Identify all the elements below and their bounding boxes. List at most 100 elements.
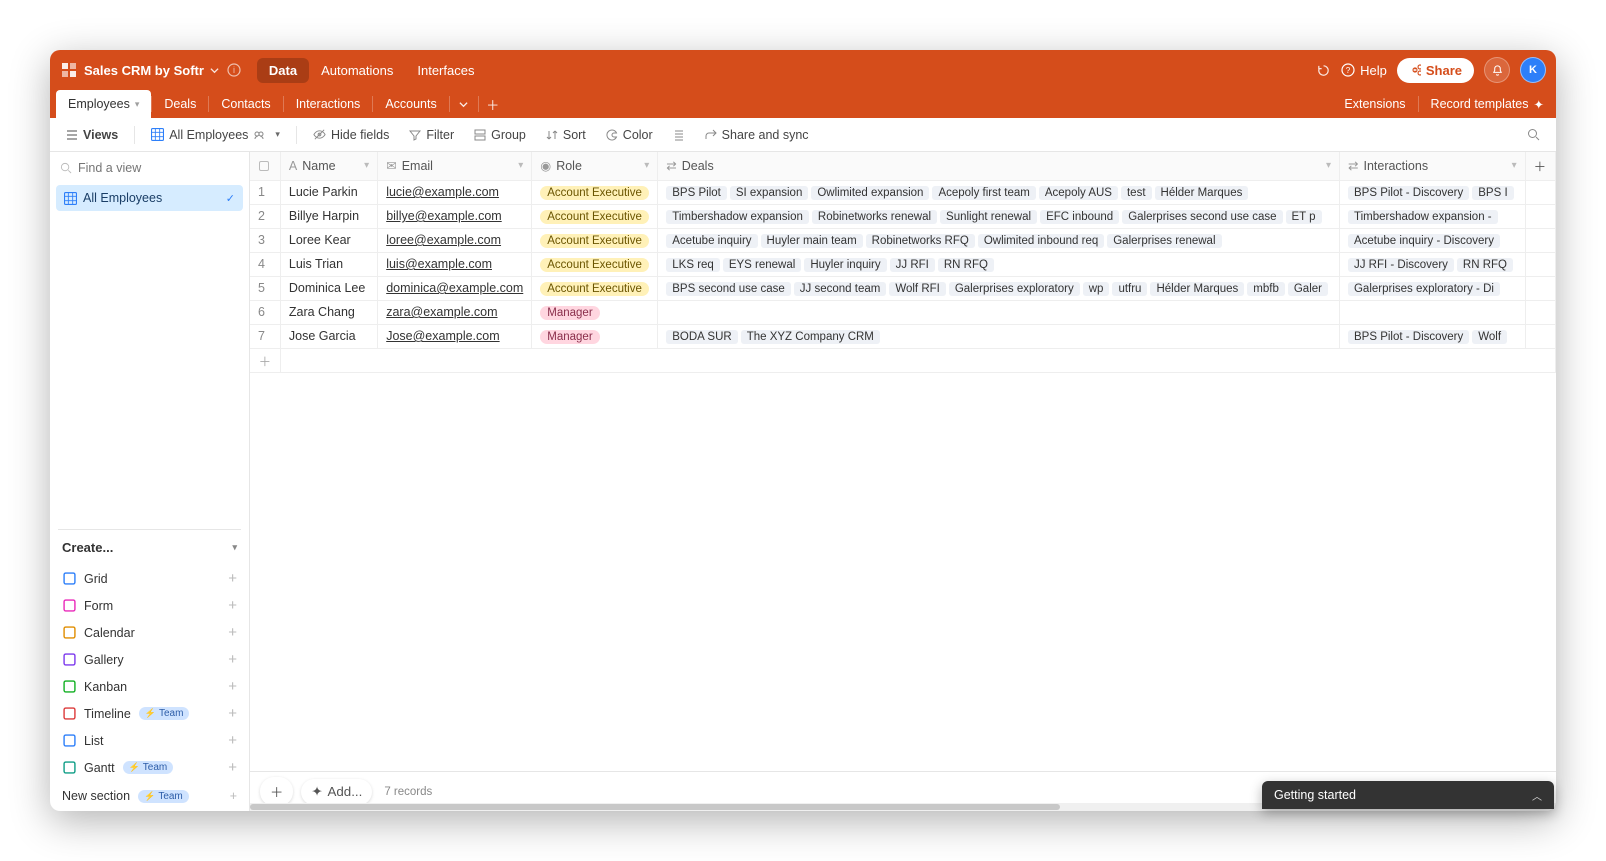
cell-role[interactable]: Manager	[532, 324, 658, 348]
linked-record-pill[interactable]: Galerprises renewal	[1107, 234, 1221, 248]
cell-name[interactable]: Luis Trian	[280, 252, 377, 276]
linked-record-pill[interactable]: ET p	[1286, 210, 1322, 224]
select-all-header[interactable]	[250, 152, 280, 180]
row-number[interactable]: 4	[250, 252, 280, 276]
linked-record-pill[interactable]: JJ RFI	[890, 258, 935, 272]
cell-interactions[interactable]: BPS Pilot - DiscoveryBPS I	[1339, 180, 1525, 204]
column-header-role[interactable]: ◉Role▾	[532, 152, 658, 180]
linked-record-pill[interactable]: LKS req	[666, 258, 720, 272]
linked-record-pill[interactable]: JJ RFI - Discovery	[1348, 258, 1454, 272]
info-icon[interactable]: i	[227, 63, 241, 77]
cell-interactions[interactable]: Timbershadow expansion -	[1339, 204, 1525, 228]
cell-role[interactable]: Account Executive	[532, 204, 658, 228]
create-gantt-view[interactable]: GanttTeam+	[50, 754, 249, 781]
create-list-view[interactable]: List+	[50, 727, 249, 754]
view-switcher[interactable]: All Employees ▾	[143, 124, 288, 146]
linked-record-pill[interactable]: mbfb	[1247, 282, 1285, 296]
cell-name[interactable]: Zara Chang	[280, 300, 377, 324]
add-field-button[interactable]: ＋	[1525, 152, 1555, 180]
cell-role[interactable]: Account Executive	[532, 252, 658, 276]
filter-button[interactable]: Filter	[401, 124, 462, 146]
row-number[interactable]: 6	[250, 300, 280, 324]
linked-record-pill[interactable]: Acepoly first team	[932, 186, 1035, 200]
linked-record-pill[interactable]: Hélder Marques	[1150, 282, 1244, 296]
add-record-button[interactable]: ＋	[250, 348, 280, 372]
linked-record-pill[interactable]: Owlimited expansion	[811, 186, 929, 200]
cell-email[interactable]: zara@example.com	[378, 300, 532, 324]
linked-record-pill[interactable]: JJ second team	[794, 282, 887, 296]
history-icon[interactable]	[1316, 63, 1331, 78]
add-record-footer-button[interactable]: ＋	[260, 777, 293, 806]
column-header-deals[interactable]: ⇄Deals▾	[658, 152, 1340, 180]
create-view-header[interactable]: Create... ▾	[50, 530, 249, 565]
create-gallery-view[interactable]: Gallery+	[50, 646, 249, 673]
chevron-down-icon[interactable]: ▾	[1326, 160, 1331, 171]
linked-record-pill[interactable]: test	[1121, 186, 1152, 200]
cell-name[interactable]: Dominica Lee	[280, 276, 377, 300]
table-row[interactable]: 1Lucie Parkinlucie@example.comAccount Ex…	[250, 180, 1556, 204]
row-number[interactable]: 7	[250, 324, 280, 348]
extensions-link[interactable]: Extensions	[1332, 90, 1417, 118]
table-row[interactable]: 4Luis Trianluis@example.comAccount Execu…	[250, 252, 1556, 276]
linked-record-pill[interactable]: Sunlight renewal	[940, 210, 1037, 224]
chevron-down-icon[interactable]	[210, 66, 219, 75]
cell-deals[interactable]: BODA SUR The XYZ Company CRM	[658, 324, 1340, 348]
avatar[interactable]: K	[1520, 57, 1546, 83]
column-header-name[interactable]: AName▾	[280, 152, 377, 180]
cell-interactions[interactable]: BPS Pilot - DiscoveryWolf	[1339, 324, 1525, 348]
linked-record-pill[interactable]: Hélder Marques	[1155, 186, 1249, 200]
create-kanban-view[interactable]: Kanban+	[50, 673, 249, 700]
chevron-down-icon[interactable]: ▾	[644, 160, 649, 171]
linked-record-pill[interactable]: Wolf	[1472, 330, 1507, 344]
linked-record-pill[interactable]: Galerprises second use case	[1122, 210, 1282, 224]
table-row[interactable]: 7Jose GarciaJose@example.comManagerBODA …	[250, 324, 1556, 348]
chevron-down-icon[interactable]: ▾	[364, 160, 369, 171]
linked-record-pill[interactable]: BODA SUR	[666, 330, 737, 344]
cell-interactions[interactable]: JJ RFI - DiscoveryRN RFQ	[1339, 252, 1525, 276]
view-all-employees[interactable]: All Employees ✓	[56, 185, 243, 211]
cell-deals[interactable]: BPS PilotSI expansionOwlimited expansion…	[658, 180, 1340, 204]
table-row[interactable]: 2Billye Harpinbillye@example.comAccount …	[250, 204, 1556, 228]
cell-email[interactable]: billye@example.com	[378, 204, 532, 228]
linked-record-pill[interactable]: Timbershadow expansion	[666, 210, 809, 224]
linked-record-pill[interactable]: Timbershadow expansion -	[1348, 210, 1498, 224]
row-number[interactable]: 5	[250, 276, 280, 300]
tab-more-button[interactable]	[450, 90, 478, 118]
linked-record-pill[interactable]: RN RFQ	[1457, 258, 1513, 272]
cell-role[interactable]: Manager	[532, 300, 658, 324]
cell-email[interactable]: lucie@example.com	[378, 180, 532, 204]
hide-fields-button[interactable]: Hide fields	[305, 124, 397, 146]
nav-automations[interactable]: Automations	[309, 58, 405, 83]
cell-interactions[interactable]: Galerprises exploratory - Di	[1339, 276, 1525, 300]
cell-email[interactable]: Jose@example.com	[378, 324, 532, 348]
cell-name[interactable]: Lucie Parkin	[280, 180, 377, 204]
cell-name[interactable]: Loree Kear	[280, 228, 377, 252]
linked-record-pill[interactable]: The XYZ Company CRM	[741, 330, 880, 344]
table-row[interactable]: 3Loree Kearloree@example.comAccount Exec…	[250, 228, 1556, 252]
add-table-button[interactable]: ＋	[479, 90, 507, 118]
linked-record-pill[interactable]: RN RFQ	[938, 258, 994, 272]
column-header-email[interactable]: ✉Email▾	[378, 152, 532, 180]
tab-employees[interactable]: Employees ▾	[56, 90, 151, 118]
linked-record-pill[interactable]: BPS second use case	[666, 282, 791, 296]
linked-record-pill[interactable]: Galerprises exploratory	[949, 282, 1080, 296]
linked-record-pill[interactable]: Acetube inquiry - Discovery	[1348, 234, 1500, 248]
chevron-down-icon[interactable]: ▾	[518, 160, 523, 171]
help-link[interactable]: ? Help	[1341, 63, 1387, 78]
share-sync-button[interactable]: Share and sync	[697, 124, 817, 146]
nav-interfaces[interactable]: Interfaces	[405, 58, 486, 83]
linked-record-pill[interactable]: Robinetworks RFQ	[866, 234, 975, 248]
color-button[interactable]: Color	[598, 124, 661, 146]
linked-record-pill[interactable]: Wolf RFI	[889, 282, 946, 296]
cell-deals[interactable]: LKS reqEYS renewalHuyler inquiryJJ RFIRN…	[658, 252, 1340, 276]
chevron-down-icon[interactable]: ▾	[135, 99, 140, 110]
cell-deals[interactable]	[658, 300, 1340, 324]
row-number[interactable]: 1	[250, 180, 280, 204]
create-form-view[interactable]: Form+	[50, 592, 249, 619]
share-button[interactable]: Share	[1397, 58, 1474, 83]
group-button[interactable]: Group	[466, 124, 534, 146]
nav-data[interactable]: Data	[257, 58, 309, 83]
table-row[interactable]: 5Dominica Leedominica@example.comAccount…	[250, 276, 1556, 300]
getting-started-panel[interactable]: Getting started ︿	[1262, 781, 1554, 809]
cell-role[interactable]: Account Executive	[532, 180, 658, 204]
